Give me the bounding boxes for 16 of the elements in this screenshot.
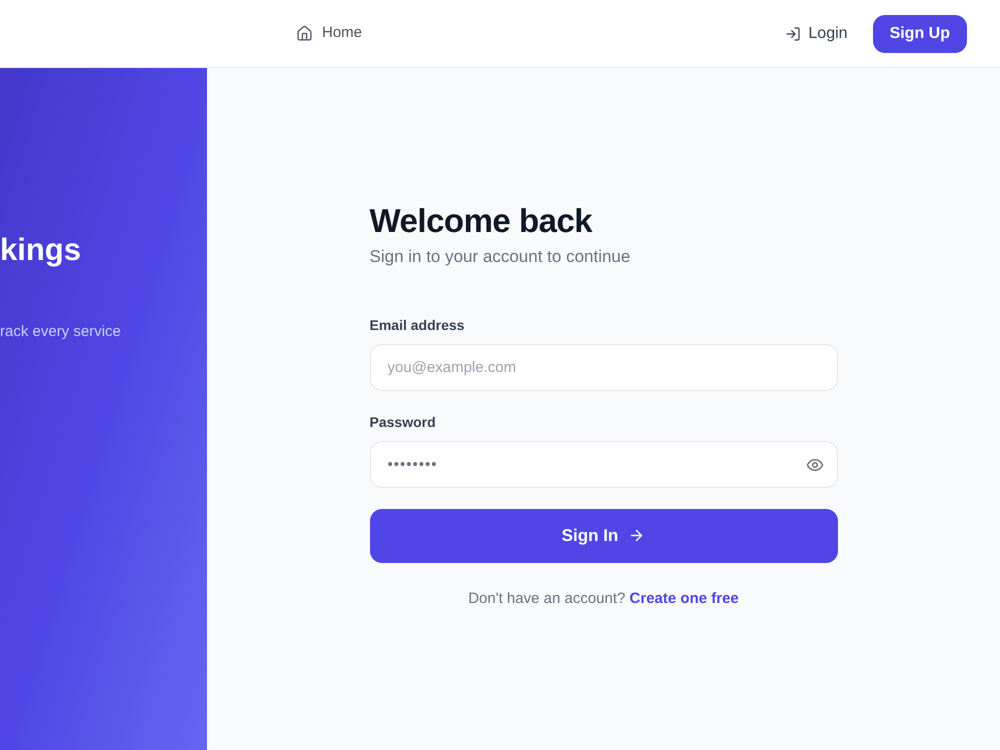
password-field[interactable]: •••••••• [370, 440, 838, 488]
create-account-link[interactable]: Create one free [630, 590, 739, 606]
home-link[interactable]: Home [296, 22, 362, 45]
field-label: Password [370, 412, 437, 432]
login-link[interactable]: Login [785, 22, 848, 46]
login-icon [785, 26, 802, 42]
house-icon [296, 25, 313, 42]
page-subtitle: Sign in to your account to continue [370, 246, 632, 268]
sign-in-button[interactable]: Sign In [370, 508, 838, 562]
page-title: Welcome back [370, 202, 594, 240]
hero-heading: kings [0, 231, 82, 269]
hero-text: rack every service [0, 322, 122, 342]
sign-up-button[interactable]: Sign Up [872, 14, 967, 52]
email-field[interactable]: you@example.com [370, 344, 838, 390]
field-label: Email address [370, 316, 466, 334]
sign-up-prompt: Don't have an account? Create one free [467, 588, 740, 608]
